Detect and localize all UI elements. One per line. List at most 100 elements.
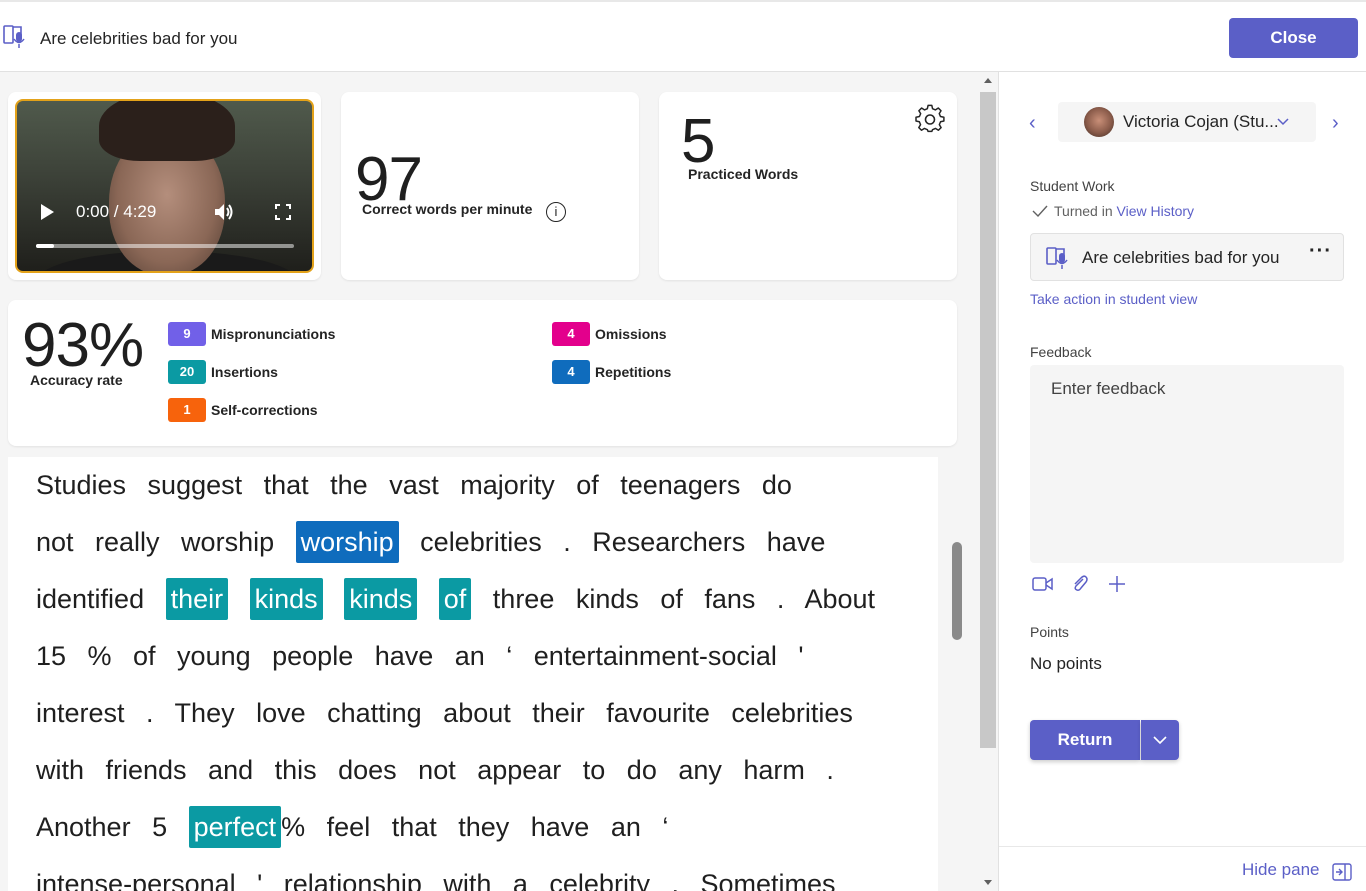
more-options-icon[interactable]: ··· xyxy=(1309,240,1332,263)
stat-count: 20 xyxy=(168,360,206,384)
video-progress-bar[interactable] xyxy=(36,244,294,248)
passage-text: % feel that they have an ‘ xyxy=(281,812,669,842)
stat-count: 4 xyxy=(552,360,590,384)
highlighted-word-repetition[interactable]: worship xyxy=(295,521,399,563)
passage-text: celebrities . Researchers have xyxy=(420,527,826,557)
passage-card: Studies suggest that the vast majority o… xyxy=(8,457,938,891)
video-progress-fill xyxy=(36,244,55,248)
paperclip-icon[interactable] xyxy=(1071,574,1089,594)
passage-line: intense-personal ' relationship with a c… xyxy=(36,856,906,891)
passage-line: with friends and this does not appear to… xyxy=(36,742,906,799)
passage-text: interest . They love chatting about thei… xyxy=(36,698,853,728)
hide-pane-link[interactable]: Hide pane xyxy=(1242,860,1320,880)
passage-text: three kinds of fans . About xyxy=(492,584,875,614)
student-work-item[interactable]: Are celebrities bad for you ··· xyxy=(1030,233,1344,281)
main-content: 0:00 / 4:29 97 Correct words per minute … xyxy=(0,72,978,891)
student-selector[interactable]: Victoria Cojan (Stu... xyxy=(1058,102,1316,142)
highlighted-word-insertion[interactable]: perfect xyxy=(188,806,282,848)
plus-icon[interactable] xyxy=(1107,574,1127,594)
turned-in-status: Turned in View History xyxy=(1032,203,1194,219)
reading-progress-icon xyxy=(3,25,25,48)
wpm-card: 97 Correct words per minute i xyxy=(341,92,639,280)
video-card: 0:00 / 4:29 xyxy=(8,92,321,280)
accuracy-value: 93% xyxy=(22,311,144,380)
feedback-label: Feedback xyxy=(1030,344,1092,360)
passage-line: Studies suggest that the vast majority o… xyxy=(36,457,906,514)
close-button[interactable]: Close xyxy=(1229,18,1358,58)
stat-mispronunciations[interactable]: 9 Mispronunciations xyxy=(168,322,335,346)
info-icon[interactable]: i xyxy=(546,202,566,222)
volume-icon[interactable] xyxy=(213,202,235,222)
feedback-input[interactable]: Enter feedback xyxy=(1030,365,1344,563)
practiced-words-label: Practiced Words xyxy=(688,166,799,182)
practiced-words-card: 5 Practiced Words xyxy=(659,92,957,280)
reading-passage: Studies suggest that the vast majority o… xyxy=(36,457,906,891)
page-title: Are celebrities bad for you xyxy=(40,29,238,48)
chevron-down-icon xyxy=(1153,736,1167,745)
checkmark-icon xyxy=(1032,205,1048,218)
passage-text: not really worship xyxy=(36,527,275,557)
points-value: No points xyxy=(1030,654,1102,673)
view-history-link[interactable]: View History xyxy=(1117,203,1195,219)
stat-count: 9 xyxy=(168,322,206,346)
passage-line: not really worship worship celebrities .… xyxy=(36,514,906,571)
video-time: 0:00 / 4:29 xyxy=(76,202,157,221)
take-action-link[interactable]: Take action in student view xyxy=(1030,291,1197,307)
reading-progress-icon xyxy=(1046,247,1068,269)
hide-pane-icon[interactable] xyxy=(1332,863,1352,881)
chevron-down-icon xyxy=(1277,118,1289,126)
return-options-button[interactable] xyxy=(1141,720,1179,760)
wpm-label: Correct words per minute xyxy=(362,201,533,217)
pane-footer: Hide pane xyxy=(999,846,1366,891)
video-camera-icon[interactable] xyxy=(1032,576,1054,592)
scroll-up-icon[interactable] xyxy=(984,78,992,83)
passage-text: intense-personal ' relationship with a c… xyxy=(36,869,836,891)
stat-omissions[interactable]: 4 Omissions xyxy=(552,322,667,346)
passage-scrollbar-thumb[interactable] xyxy=(952,542,962,640)
passage-line: 15 % of young people have an ‘ entertain… xyxy=(36,628,906,685)
stat-label: Omissions xyxy=(595,326,667,342)
passage-text: 15 % of young people have an ‘ entertain… xyxy=(36,641,804,671)
stat-count: 4 xyxy=(552,322,590,346)
grading-pane: ‹ Victoria Cojan (Stu... › Student Work … xyxy=(998,72,1366,891)
stat-label: Self-corrections xyxy=(211,402,318,418)
return-button[interactable]: Return xyxy=(1030,720,1140,760)
highlighted-word-insertion[interactable]: their xyxy=(165,578,229,620)
passage-text: identified xyxy=(36,584,145,614)
student-name: Victoria Cojan (Stu... xyxy=(1123,112,1279,131)
scroll-down-icon[interactable] xyxy=(984,880,992,885)
passage-line: identified their kinds kinds of three ki… xyxy=(36,571,906,628)
stat-repetitions[interactable]: 4 Repetitions xyxy=(552,360,671,384)
stat-count: 1 xyxy=(168,398,206,422)
highlighted-word-insertion[interactable]: of xyxy=(438,578,472,620)
main-scrollbar-thumb[interactable] xyxy=(980,92,996,748)
video-player[interactable]: 0:00 / 4:29 xyxy=(15,99,314,273)
student-work-label: Student Work xyxy=(1030,178,1115,194)
turned-in-label: Turned in xyxy=(1054,203,1113,219)
highlighted-word-insertion[interactable]: kinds xyxy=(249,578,323,620)
work-item-name: Are celebrities bad for you xyxy=(1082,248,1280,267)
stat-label: Insertions xyxy=(211,364,278,380)
video-frame-hair xyxy=(99,101,235,161)
top-bar: Are celebrities bad for you Close xyxy=(0,0,1366,72)
stat-label: Repetitions xyxy=(595,364,672,380)
passage-line: interest . They love chatting about thei… xyxy=(36,685,906,742)
stat-label: Mispronunciations xyxy=(211,326,336,342)
passage-text: Another 5 xyxy=(36,812,168,842)
accuracy-label: Accuracy rate xyxy=(30,372,123,388)
gear-icon[interactable] xyxy=(915,104,945,134)
fullscreen-icon[interactable] xyxy=(275,204,291,220)
accuracy-card: 93% Accuracy rate 9 Mispronunciations 4 … xyxy=(8,300,957,446)
passage-text: Studies suggest that the vast majority o… xyxy=(36,470,792,500)
passage-text: with friends and this does not appear to… xyxy=(36,755,834,785)
feedback-placeholder: Enter feedback xyxy=(1051,379,1166,398)
points-label: Points xyxy=(1030,624,1069,640)
highlighted-word-insertion[interactable]: kinds xyxy=(344,578,418,620)
main-scrollbar[interactable] xyxy=(978,72,998,891)
chevron-right-icon[interactable]: › xyxy=(1332,112,1339,135)
stat-insertions[interactable]: 20 Insertions xyxy=(168,360,278,384)
avatar xyxy=(1084,107,1114,137)
chevron-left-icon[interactable]: ‹ xyxy=(1029,112,1036,135)
stat-self-corrections[interactable]: 1 Self-corrections xyxy=(168,398,318,422)
play-icon[interactable] xyxy=(41,204,54,220)
